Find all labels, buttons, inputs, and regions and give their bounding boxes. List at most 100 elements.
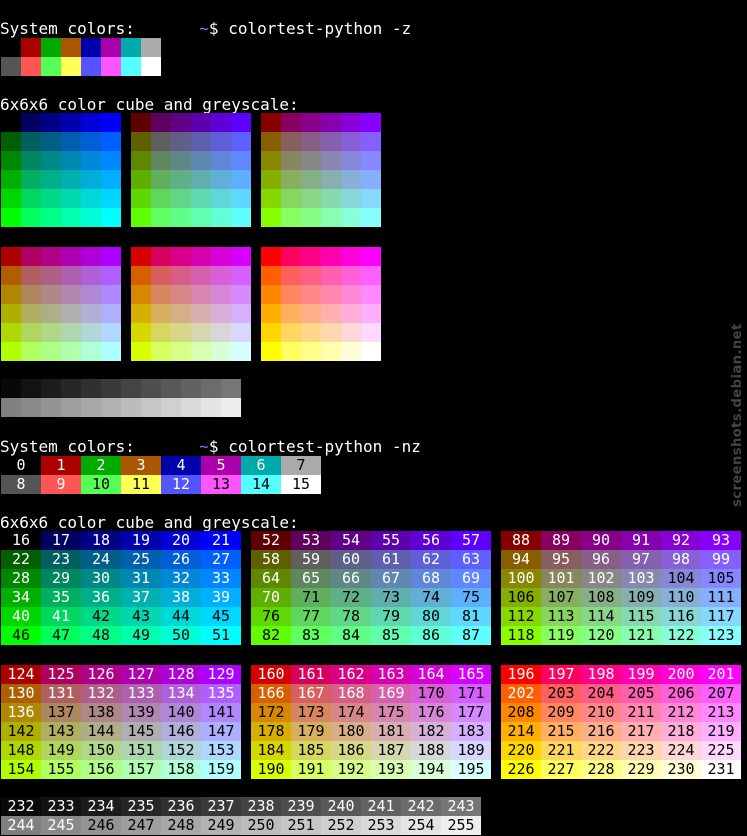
cube-swatch [211, 342, 231, 361]
color-cell-90: 90 [581, 531, 621, 550]
cube-swatch [261, 151, 281, 170]
color-cell-240: 240 [321, 797, 361, 816]
color-cell-199: 199 [621, 665, 661, 684]
greyscale-swatch [221, 379, 241, 398]
color-cell-123: 123 [701, 626, 741, 645]
prompt-symbol: $ [208, 437, 219, 456]
cube-swatch [131, 323, 151, 342]
cube-swatch [261, 342, 281, 361]
color-cell-216: 216 [581, 722, 621, 741]
color-cell-88: 88 [501, 531, 541, 550]
color-cell-78: 78 [331, 607, 371, 626]
cube-swatch [1, 208, 21, 227]
color-cell-156: 156 [81, 760, 121, 779]
cube-swatch [151, 247, 171, 266]
cube-swatch [321, 208, 341, 227]
greyscale-swatch [41, 398, 61, 417]
cube-swatch [301, 189, 321, 208]
cube-swatch [301, 113, 321, 132]
color-cell-119: 119 [541, 626, 581, 645]
cube-swatch [211, 304, 231, 323]
cube-swatch [301, 323, 321, 342]
color-cell-207: 207 [701, 684, 741, 703]
color-cell-95: 95 [541, 550, 581, 569]
color-cell-58: 58 [251, 550, 291, 569]
cube-swatch [151, 266, 171, 285]
greyscale-swatch [81, 398, 101, 417]
cube-swatch [261, 113, 281, 132]
cube-swatch [231, 113, 251, 132]
color-cell-254: 254 [401, 816, 441, 835]
color-cell-32: 32 [161, 569, 201, 588]
prompt-line-1: ~$ colortest-python -z [180, 0, 411, 38]
color-cell-224: 224 [661, 741, 701, 760]
cube-swatch [21, 247, 41, 266]
color-cell-122: 122 [661, 626, 701, 645]
cube-swatch [101, 342, 121, 361]
color-cell-146: 146 [161, 722, 201, 741]
color-cell-148: 148 [1, 741, 41, 760]
color-cell-170: 170 [411, 684, 451, 703]
color-cell-179: 179 [291, 722, 331, 741]
color-cell-249: 249 [201, 816, 241, 835]
system-color-swatch [121, 57, 141, 76]
system-color-swatch [121, 38, 141, 57]
color-cell-62: 62 [411, 550, 451, 569]
cube-swatch [41, 304, 61, 323]
cube-swatch [131, 304, 151, 323]
cube-swatch [131, 113, 151, 132]
color-cell-106: 106 [501, 588, 541, 607]
color-cell-218: 218 [661, 722, 701, 741]
color-cell-166: 166 [251, 684, 291, 703]
cube-heading-1: 6x6x6 color cube and greyscale: [0, 95, 299, 114]
color-cell-8: 8 [1, 475, 41, 494]
color-cell-132: 132 [81, 684, 121, 703]
cube-swatch [101, 323, 121, 342]
cube-swatch [361, 323, 381, 342]
color-cell-209: 209 [541, 703, 581, 722]
cube-swatch [211, 266, 231, 285]
color-cell-151: 151 [121, 741, 161, 760]
color-cell-108: 108 [581, 588, 621, 607]
color-cell-38: 38 [161, 588, 201, 607]
color-cell-157: 157 [121, 760, 161, 779]
color-cell-100: 100 [501, 569, 541, 588]
cube-swatch [281, 266, 301, 285]
cube-swatch [231, 208, 251, 227]
color-cell-116: 116 [661, 607, 701, 626]
color-cell-74: 74 [411, 588, 451, 607]
cube-swatch [261, 247, 281, 266]
color-cell-96: 96 [581, 550, 621, 569]
cube-swatch [151, 151, 171, 170]
cube-swatch [341, 151, 361, 170]
color-cell-230: 230 [661, 760, 701, 779]
color-cell-11: 11 [121, 475, 161, 494]
cube-swatch [1, 323, 21, 342]
cube-swatch [151, 113, 171, 132]
cube-swatch [211, 132, 231, 151]
cube-swatch [41, 266, 61, 285]
cube-swatch [261, 285, 281, 304]
color-cell-18: 18 [81, 531, 121, 550]
color-cell-198: 198 [581, 665, 621, 684]
cube-swatch [81, 342, 101, 361]
color-cell-52: 52 [251, 531, 291, 550]
greyscale-swatch [201, 379, 221, 398]
color-cell-73: 73 [371, 588, 411, 607]
cube-swatch [281, 189, 301, 208]
cube-swatch [281, 247, 301, 266]
cube-swatch [21, 170, 41, 189]
color-cell-76: 76 [251, 607, 291, 626]
cube-swatch [301, 208, 321, 227]
cube-swatch [41, 151, 61, 170]
system-color-swatch [141, 38, 161, 57]
greyscale-swatch [21, 398, 41, 417]
system-color-swatch [1, 57, 21, 76]
color-cell-188: 188 [411, 741, 451, 760]
cube-swatch [191, 151, 211, 170]
cube-swatch [41, 189, 61, 208]
color-cell-186: 186 [331, 741, 371, 760]
color-cell-28: 28 [1, 569, 41, 588]
color-cell-128: 128 [161, 665, 201, 684]
color-cell-215: 215 [541, 722, 581, 741]
